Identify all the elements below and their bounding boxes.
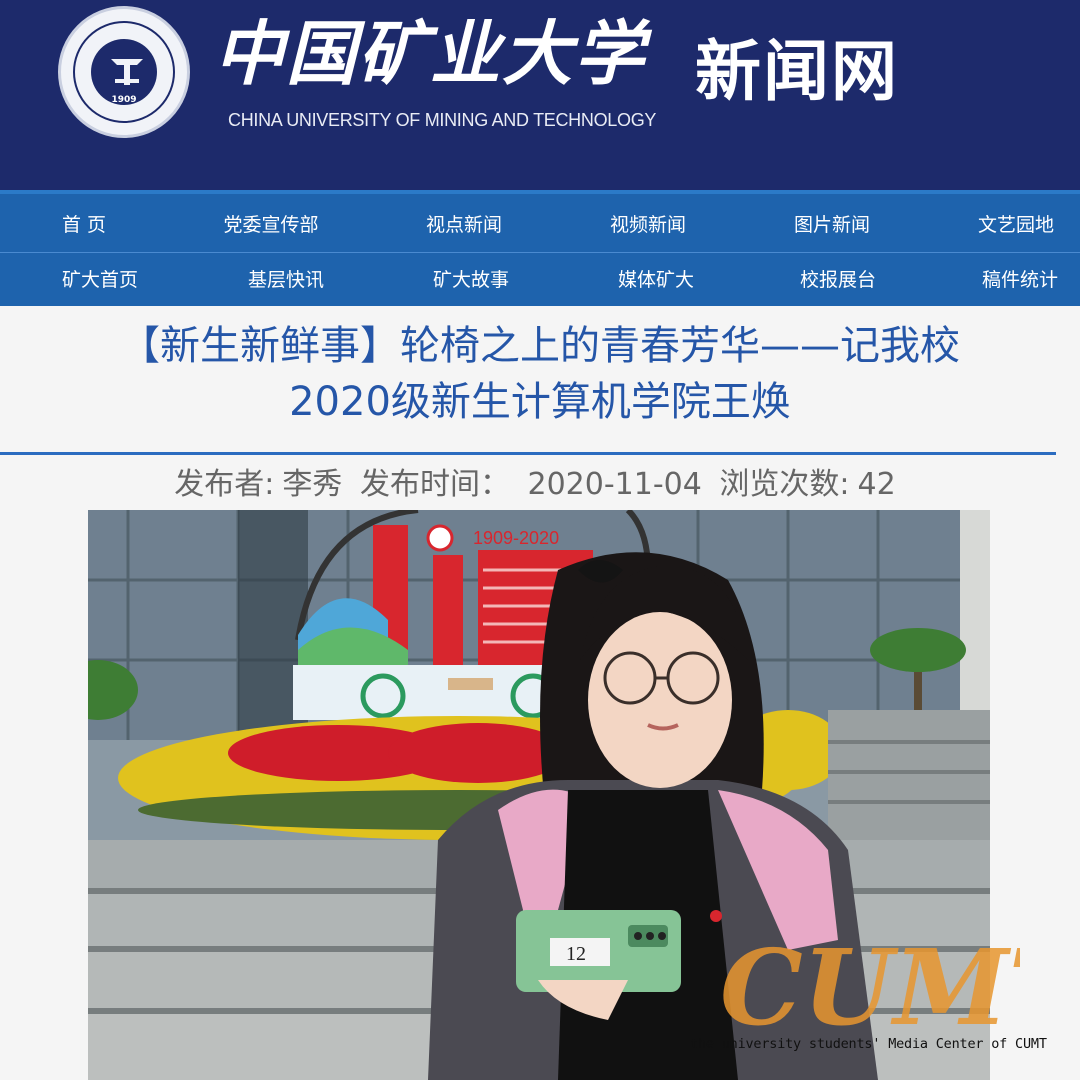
- nav-item-newspaper[interactable]: 校报展台: [800, 253, 876, 307]
- publisher-label: 发布者:: [174, 467, 275, 502]
- site-banner: 1909 中国矿业大学 CHINA UNIVERSITY OF MINING A…: [0, 0, 1080, 190]
- publish-date: 2020-11-04: [527, 467, 702, 502]
- university-name-en: CHINA UNIVERSITY OF MINING AND TECHNOLOG…: [228, 110, 657, 130]
- article-title-line-1: 【新生新鲜事】轮椅之上的青春芳华——记我校: [120, 323, 960, 369]
- nav-item-viewpoint[interactable]: 视点新闻: [426, 198, 502, 252]
- nav-item-arts[interactable]: 文艺园地: [978, 198, 1054, 252]
- nav-item-video-news[interactable]: 视频新闻: [610, 198, 686, 252]
- nav-item-stories[interactable]: 矿大故事: [433, 253, 509, 307]
- nav-row-1: 首 页 党委宣传部 视点新闻 视频新闻 图片新闻 文艺园地: [0, 198, 1080, 252]
- pickaxe-icon: [111, 59, 143, 85]
- title-divider: [0, 452, 1056, 455]
- publish-time-label: 发布时间：: [359, 467, 510, 502]
- nav-item-statistics[interactable]: 稿件统计: [982, 253, 1058, 307]
- seal-year: 1909: [111, 95, 137, 105]
- nav-item-media[interactable]: 媒体矿大: [618, 253, 694, 307]
- nav-item-grassroots[interactable]: 基层快讯: [248, 253, 324, 307]
- article-title: 【新生新鲜事】轮椅之上的青春芳华——记我校 2020级新生计算机学院王焕: [20, 318, 1060, 430]
- watermark-caption: the university students' Media Center of…: [690, 1036, 1047, 1052]
- watermark-logo-text: CUMT: [720, 936, 1020, 1036]
- nav-item-home[interactable]: 首 页: [62, 198, 106, 252]
- university-seal-logo[interactable]: 1909: [58, 6, 190, 138]
- university-name-cn: 中国矿业大学: [214, 12, 646, 95]
- nav-row-2: 矿大首页 基层快讯 矿大故事 媒体矿大 校报展台 稿件统计: [0, 252, 1080, 306]
- view-count: 42: [857, 467, 896, 502]
- nav-item-propaganda[interactable]: 党委宣传部: [223, 198, 318, 252]
- publisher-name: 李秀: [282, 467, 343, 502]
- article-title-line-2: 2020级新生计算机学院王焕: [289, 379, 791, 425]
- nav-item-cumt-home[interactable]: 矿大首页: [62, 253, 138, 307]
- article-meta: 发布者: 李秀 发布时间： 2020-11-04 浏览次数: 42: [0, 462, 1070, 508]
- view-count-label: 浏览次数:: [719, 467, 850, 502]
- nav-item-photo-news[interactable]: 图片新闻: [794, 198, 870, 252]
- cumt-media-watermark-logo: CUMT: [720, 936, 1020, 1036]
- main-navigation: 首 页 党委宣传部 视点新闻 视频新闻 图片新闻 文艺园地 矿大首页 基层快讯 …: [0, 190, 1080, 306]
- site-name: 新闻网: [695, 33, 899, 110]
- sign-year-text: 1909-2020: [473, 528, 559, 548]
- phone-tag-text: 12: [566, 943, 586, 965]
